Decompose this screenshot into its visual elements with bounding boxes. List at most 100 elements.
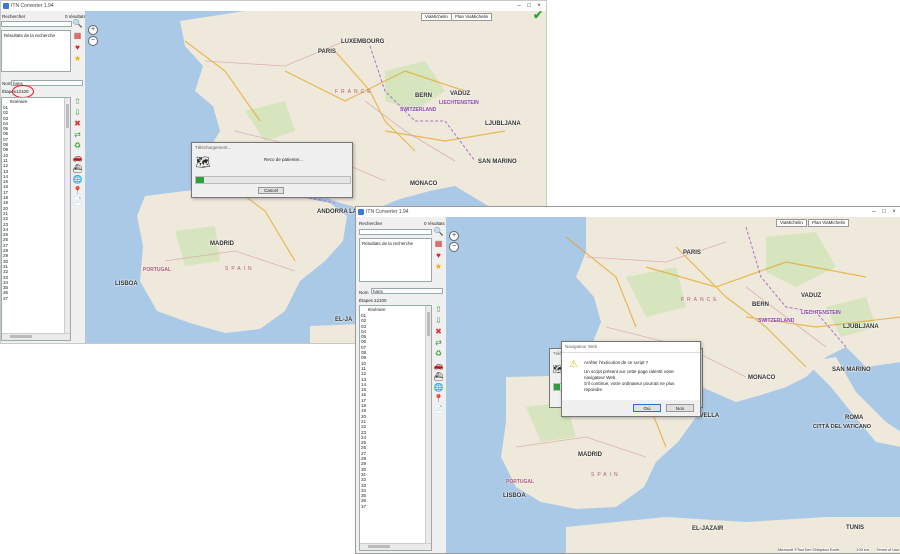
itinerary-row[interactable]: 16 [361,392,366,397]
itinerary-row[interactable]: 12 [3,163,8,168]
zoom-out-button[interactable]: − [88,36,98,46]
city-label: VADUZ [801,293,822,299]
search-input[interactable] [359,229,432,235]
city-label: EL-JA [335,317,353,323]
gps-icon[interactable]: 📍 [73,186,83,195]
swap-icon[interactable]: ⇄ [73,130,82,139]
zoom-out-button[interactable]: − [449,242,459,252]
itinerary-list[interactable]: Itinéraire 01 02 03 04 05 06 07 08 09 10 11 12 13 14 1… [1,97,71,341]
itinerary-row[interactable]: 02 [3,110,8,115]
recycle-icon[interactable]: ♻ [73,141,82,150]
search-icon[interactable]: 🔍 [434,227,444,236]
delete-icon[interactable]: ✖ [434,327,443,336]
car-icon[interactable]: 🚗 [73,153,83,162]
itinerary-row[interactable]: 19 [361,408,366,413]
map-tab-viamichelin[interactable]: ViaMichelin [421,13,452,21]
city-label: MADRID [210,241,234,247]
itinerary-row[interactable]: 29 [361,461,366,466]
close-button[interactable]: × [889,208,899,216]
zoom-in-button[interactable]: + [449,231,459,241]
delete-icon[interactable]: ✖ [73,119,82,128]
front-window-title: ITN Converter 1.94 [366,209,409,215]
search-results-box[interactable]: Résultats de la recherche [1,30,71,72]
maximize-button[interactable]: □ [524,2,534,10]
move-up-icon[interactable]: ⇧ [73,97,82,106]
minimize-button[interactable]: – [869,208,879,216]
map-tab-plan-viamichelin[interactable]: Plan ViaMichelin [808,219,850,227]
itinerary-row[interactable]: 26 [361,445,366,450]
steps-value: 12100 [374,298,387,303]
itinerary-row[interactable]: 16 [3,184,8,189]
move-up-icon[interactable]: ⇧ [434,305,443,314]
country-label: PORTUGAL [143,267,172,273]
results-placeholder: Résultats de la recherche [4,33,56,38]
heart-check-icon[interactable]: ♥ [73,43,82,52]
itinerary-row[interactable]: 36 [3,290,8,295]
city-label: LJUBLJANA [485,121,521,127]
maximize-button[interactable]: □ [879,208,889,216]
map-tab-plan-viamichelin[interactable]: Plan ViaMichelin [451,13,493,21]
city-label: SAN MARINO [832,367,871,373]
scroll-thumb[interactable] [427,312,430,336]
ferry-icon[interactable]: ⛴ [433,372,443,381]
calendar-icon[interactable]: ▦ [73,31,82,40]
itinerary-row[interactable]: 19 [3,200,8,205]
search-icon[interactable]: 🔍 [73,19,83,28]
heart-check-icon[interactable]: ♥ [434,251,443,260]
gps-icon[interactable]: 📍 [434,394,444,403]
globe-icon[interactable]: 🌐 [434,383,444,392]
itinerary-row[interactable]: 37 [3,296,8,301]
star-icon[interactable]: ★ [73,54,82,63]
zoom-in-button[interactable]: + [88,25,98,35]
car-icon[interactable]: 🚗 [434,361,444,370]
scroll-thumb[interactable] [66,104,69,128]
download-message: Reco de patienter... [264,157,304,162]
itinerary-row[interactable]: 12 [361,371,366,376]
export-icon[interactable]: 📄 [434,405,444,414]
itinerary-row[interactable]: 29 [3,253,8,258]
itinerary-row[interactable]: 06 [361,339,366,344]
terms-link[interactable]: Terms of Use [876,548,899,552]
swap-icon[interactable]: ⇄ [434,338,443,347]
yes-button[interactable]: Oui [633,404,661,412]
search-results-box[interactable]: Résultats de la recherche [359,238,432,282]
map-tab-viamichelin[interactable]: ViaMichelin [776,219,807,227]
globe-icon[interactable]: 🌐 [73,175,83,184]
itinerary-row[interactable]: 22 [361,424,366,429]
city-label: VADUZ [450,91,471,97]
itinerary-row[interactable]: 37 [361,504,366,509]
itinerary-row[interactable]: 26 [3,237,8,242]
progress-fill [196,177,204,183]
close-button[interactable]: × [534,2,544,10]
move-down-icon[interactable]: ⇩ [73,108,82,117]
confirm-check-icon[interactable]: ✔ [533,11,543,22]
front-title-bar: ITN Converter 1.94 – □ × [356,207,900,217]
no-button[interactable]: Non [666,404,694,412]
itinerary-list[interactable]: Itinéraire 01 02 03 04 05 06 07 08 09 10 11 12 13 14 1… [359,305,432,551]
calendar-icon[interactable]: ▦ [434,239,443,248]
itinerary-row[interactable]: 22 [3,216,8,221]
move-down-icon[interactable]: ⇩ [434,316,443,325]
horizontal-scrollbar[interactable] [360,543,431,550]
scroll-thumb[interactable] [10,335,32,338]
itinerary-row[interactable]: 09 [361,355,366,360]
city-label: LISBOA [503,493,526,499]
itinerary-row[interactable]: 36 [361,498,366,503]
itinerary-row[interactable]: 02 [361,318,366,323]
star-icon[interactable]: ★ [434,262,443,271]
vertical-scrollbar[interactable] [425,306,431,544]
vertical-scrollbar[interactable] [64,98,70,334]
search-input[interactable] [1,21,72,27]
minimize-button[interactable]: – [514,2,524,10]
itinerary-row[interactable]: 09 [3,147,8,152]
ferry-icon[interactable]: ⛴ [72,164,82,173]
horizontal-scrollbar[interactable] [2,333,70,340]
export-icon[interactable]: 📄 [73,197,83,206]
itinerary-row[interactable]: 06 [3,131,8,136]
recycle-icon[interactable]: ♻ [434,349,443,358]
name-input[interactable]: hans [371,288,443,294]
itinerary-row[interactable]: 32 [361,477,366,482]
itinerary-row[interactable]: 32 [3,269,8,274]
cancel-button[interactable]: Cancel [258,187,284,194]
scroll-thumb[interactable] [368,545,390,548]
